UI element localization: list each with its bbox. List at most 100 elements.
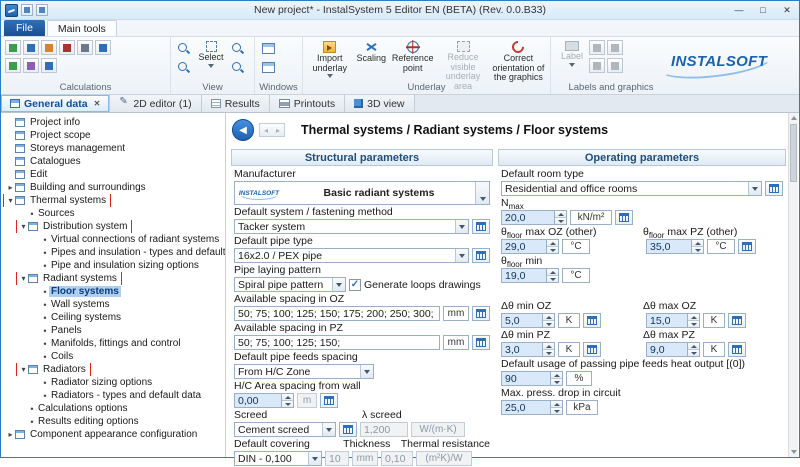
- minimize-button[interactable]: —: [727, 2, 751, 19]
- close-button[interactable]: ✕: [775, 2, 799, 19]
- tree-item-radiant-systems[interactable]: ▾Radiant systems: [1, 272, 225, 285]
- nmax-input[interactable]: 20,0: [501, 210, 555, 225]
- vertical-scrollbar[interactable]: [788, 113, 798, 457]
- dt-max-pz-catalog-button[interactable]: [728, 342, 746, 357]
- feeds-spacing-select[interactable]: From H/C Zone: [234, 364, 374, 379]
- manufacturer-select[interactable]: INSTALSOFT Basic radiant systems: [234, 181, 490, 205]
- laying-pattern-select[interactable]: Spiral pipe pattern: [234, 277, 346, 292]
- tree-item-floor-systems[interactable]: •Floor systems: [1, 285, 225, 298]
- dt-max-pz-input[interactable]: 9,0: [646, 342, 688, 357]
- zoom-window-button[interactable]: [229, 59, 247, 76]
- back-button[interactable]: ◀: [232, 119, 254, 141]
- calculation-tool-button-5[interactable]: [77, 40, 93, 55]
- hc-spacing-input[interactable]: 0,00: [234, 393, 282, 408]
- spin-up-icon[interactable]: [688, 314, 699, 321]
- spin-up-icon[interactable]: [282, 394, 293, 401]
- pipe-type-catalog-button[interactable]: [472, 248, 490, 263]
- spin-up-icon[interactable]: [547, 269, 558, 276]
- scroll-down-icon[interactable]: [789, 447, 798, 457]
- dt-max-oz-input[interactable]: 15,0: [646, 313, 688, 328]
- tree-item-storeys-management[interactable]: Storeys management: [1, 142, 225, 155]
- spin-up-icon[interactable]: [555, 211, 566, 218]
- graphics-tool-button-2[interactable]: [607, 40, 623, 55]
- screed-catalog-button[interactable]: [339, 422, 357, 437]
- tab-file[interactable]: File: [4, 20, 45, 36]
- tree-item-edit[interactable]: Edit: [1, 168, 225, 181]
- calculation-tool-button-6[interactable]: [95, 40, 111, 55]
- calculation-tool-button-4[interactable]: [59, 40, 75, 55]
- spin-up-icon[interactable]: [543, 314, 554, 321]
- window-tile-button[interactable]: [259, 59, 277, 76]
- spin-up-icon[interactable]: [543, 343, 554, 350]
- spin-up-icon[interactable]: [551, 372, 562, 379]
- calculation-tool-button-9[interactable]: [41, 58, 57, 73]
- spin-down-icon[interactable]: [547, 276, 558, 282]
- tree-item-catalogues[interactable]: Catalogues: [1, 155, 225, 168]
- select-button[interactable]: Select: [193, 40, 229, 69]
- covering-select[interactable]: DIN - 0,100: [234, 451, 322, 466]
- spin-down-icon[interactable]: [551, 379, 562, 385]
- dt-max-oz-catalog-button[interactable]: [728, 313, 746, 328]
- calculation-tool-button-8[interactable]: [23, 58, 39, 73]
- zoom-in-button[interactable]: [175, 40, 193, 57]
- spacing-oz-catalog-button[interactable]: [472, 306, 490, 321]
- correct-orientation-button[interactable]: Correct orientation of the graphics: [491, 40, 546, 84]
- reference-point-button[interactable]: Reference point: [390, 40, 435, 74]
- chevron-down-icon[interactable]: [455, 220, 468, 233]
- spacing-pz-input[interactable]: 50; 75; 100; 125; 150;: [234, 335, 440, 350]
- screed-select[interactable]: Cement screed: [234, 422, 336, 437]
- tree-item-component-appearance-configuration[interactable]: ▸Component appearance configuration: [1, 428, 225, 441]
- zoom-out-button[interactable]: [175, 59, 193, 76]
- hc-spacing-catalog-button[interactable]: [320, 393, 338, 408]
- settings-icon[interactable]: [36, 4, 48, 16]
- tree-item-pipes-and-insulation-types-and-default-data[interactable]: •Pipes and insulation - types and defaul…: [1, 246, 225, 259]
- calculation-tool-button-2[interactable]: [23, 40, 39, 55]
- expand-icon[interactable]: ▸: [6, 183, 15, 192]
- tab-results[interactable]: Results: [202, 95, 270, 112]
- spin-down-icon[interactable]: [547, 247, 558, 253]
- spin-up-icon[interactable]: [547, 240, 558, 247]
- close-tab-icon[interactable]: ✕: [94, 99, 101, 108]
- spacing-oz-input[interactable]: 50; 75; 100; 125; 150; 175; 200; 250; 30…: [234, 306, 440, 321]
- tree-item-coils[interactable]: •Coils: [1, 350, 225, 363]
- tfloor-max-pz-catalog-button[interactable]: [738, 239, 756, 254]
- tree-item-sources[interactable]: •Sources: [1, 207, 225, 220]
- spin-down-icon[interactable]: [688, 350, 699, 356]
- dt-min-pz-catalog-button[interactable]: [583, 342, 601, 357]
- label-button[interactable]: Label: [555, 40, 589, 68]
- tree-item-radiators-types-and-default-data[interactable]: •Radiators - types and default data: [1, 389, 225, 402]
- tree-item-manifolds-fittings-and-control[interactable]: •Manifolds, fittings and control: [1, 337, 225, 350]
- room-type-select[interactable]: Residential and office rooms: [501, 181, 762, 196]
- save-icon[interactable]: [21, 4, 33, 16]
- tfloor-min-input[interactable]: 19,0: [501, 268, 547, 283]
- graphics-tool-button-1[interactable]: [589, 40, 605, 55]
- spin-down-icon[interactable]: [688, 321, 699, 327]
- tab-main-tools[interactable]: Main tools: [47, 20, 117, 36]
- nmax-catalog-button[interactable]: [615, 210, 633, 225]
- tree-item-wall-systems[interactable]: •Wall systems: [1, 298, 225, 311]
- spin-down-icon[interactable]: [543, 321, 554, 327]
- graphics-tool-button-4[interactable]: [607, 58, 623, 73]
- generate-loops-checkbox[interactable]: ✓: [349, 279, 361, 291]
- calculation-tool-button-1[interactable]: [5, 40, 21, 55]
- zoom-fit-button[interactable]: [229, 40, 247, 57]
- tree-item-results-editing-options[interactable]: •Results editing options: [1, 415, 225, 428]
- tree-item-distribution-system[interactable]: ▾Distribution system: [1, 220, 225, 233]
- graphics-tool-button-3[interactable]: [589, 58, 605, 73]
- scroll-up-icon[interactable]: [789, 113, 798, 123]
- dt-min-oz-input[interactable]: 5,0: [501, 313, 543, 328]
- dt-min-oz-catalog-button[interactable]: [583, 313, 601, 328]
- tree-item-pipe-and-insulation-sizing-options[interactable]: •Pipe and insulation sizing options: [1, 259, 225, 272]
- chevron-down-icon[interactable]: [332, 278, 345, 291]
- history-forward-button[interactable]: ▸: [272, 124, 284, 136]
- tab-printouts[interactable]: Printouts: [270, 95, 345, 112]
- tree-item-project-scope[interactable]: Project scope: [1, 129, 225, 142]
- tree-item-thermal-systems[interactable]: ▾Thermal systems: [1, 194, 225, 207]
- pipe-type-select[interactable]: 16x2.0 / PEX pipe: [234, 248, 469, 263]
- dt-min-pz-input[interactable]: 3,0: [501, 342, 543, 357]
- tree-item-calculations-options[interactable]: •Calculations options: [1, 402, 225, 415]
- spin-up-icon[interactable]: [551, 401, 562, 408]
- collapse-icon[interactable]: ▾: [19, 365, 28, 374]
- fastening-select[interactable]: Tacker system: [234, 219, 469, 234]
- room-type-catalog-button[interactable]: [765, 181, 783, 196]
